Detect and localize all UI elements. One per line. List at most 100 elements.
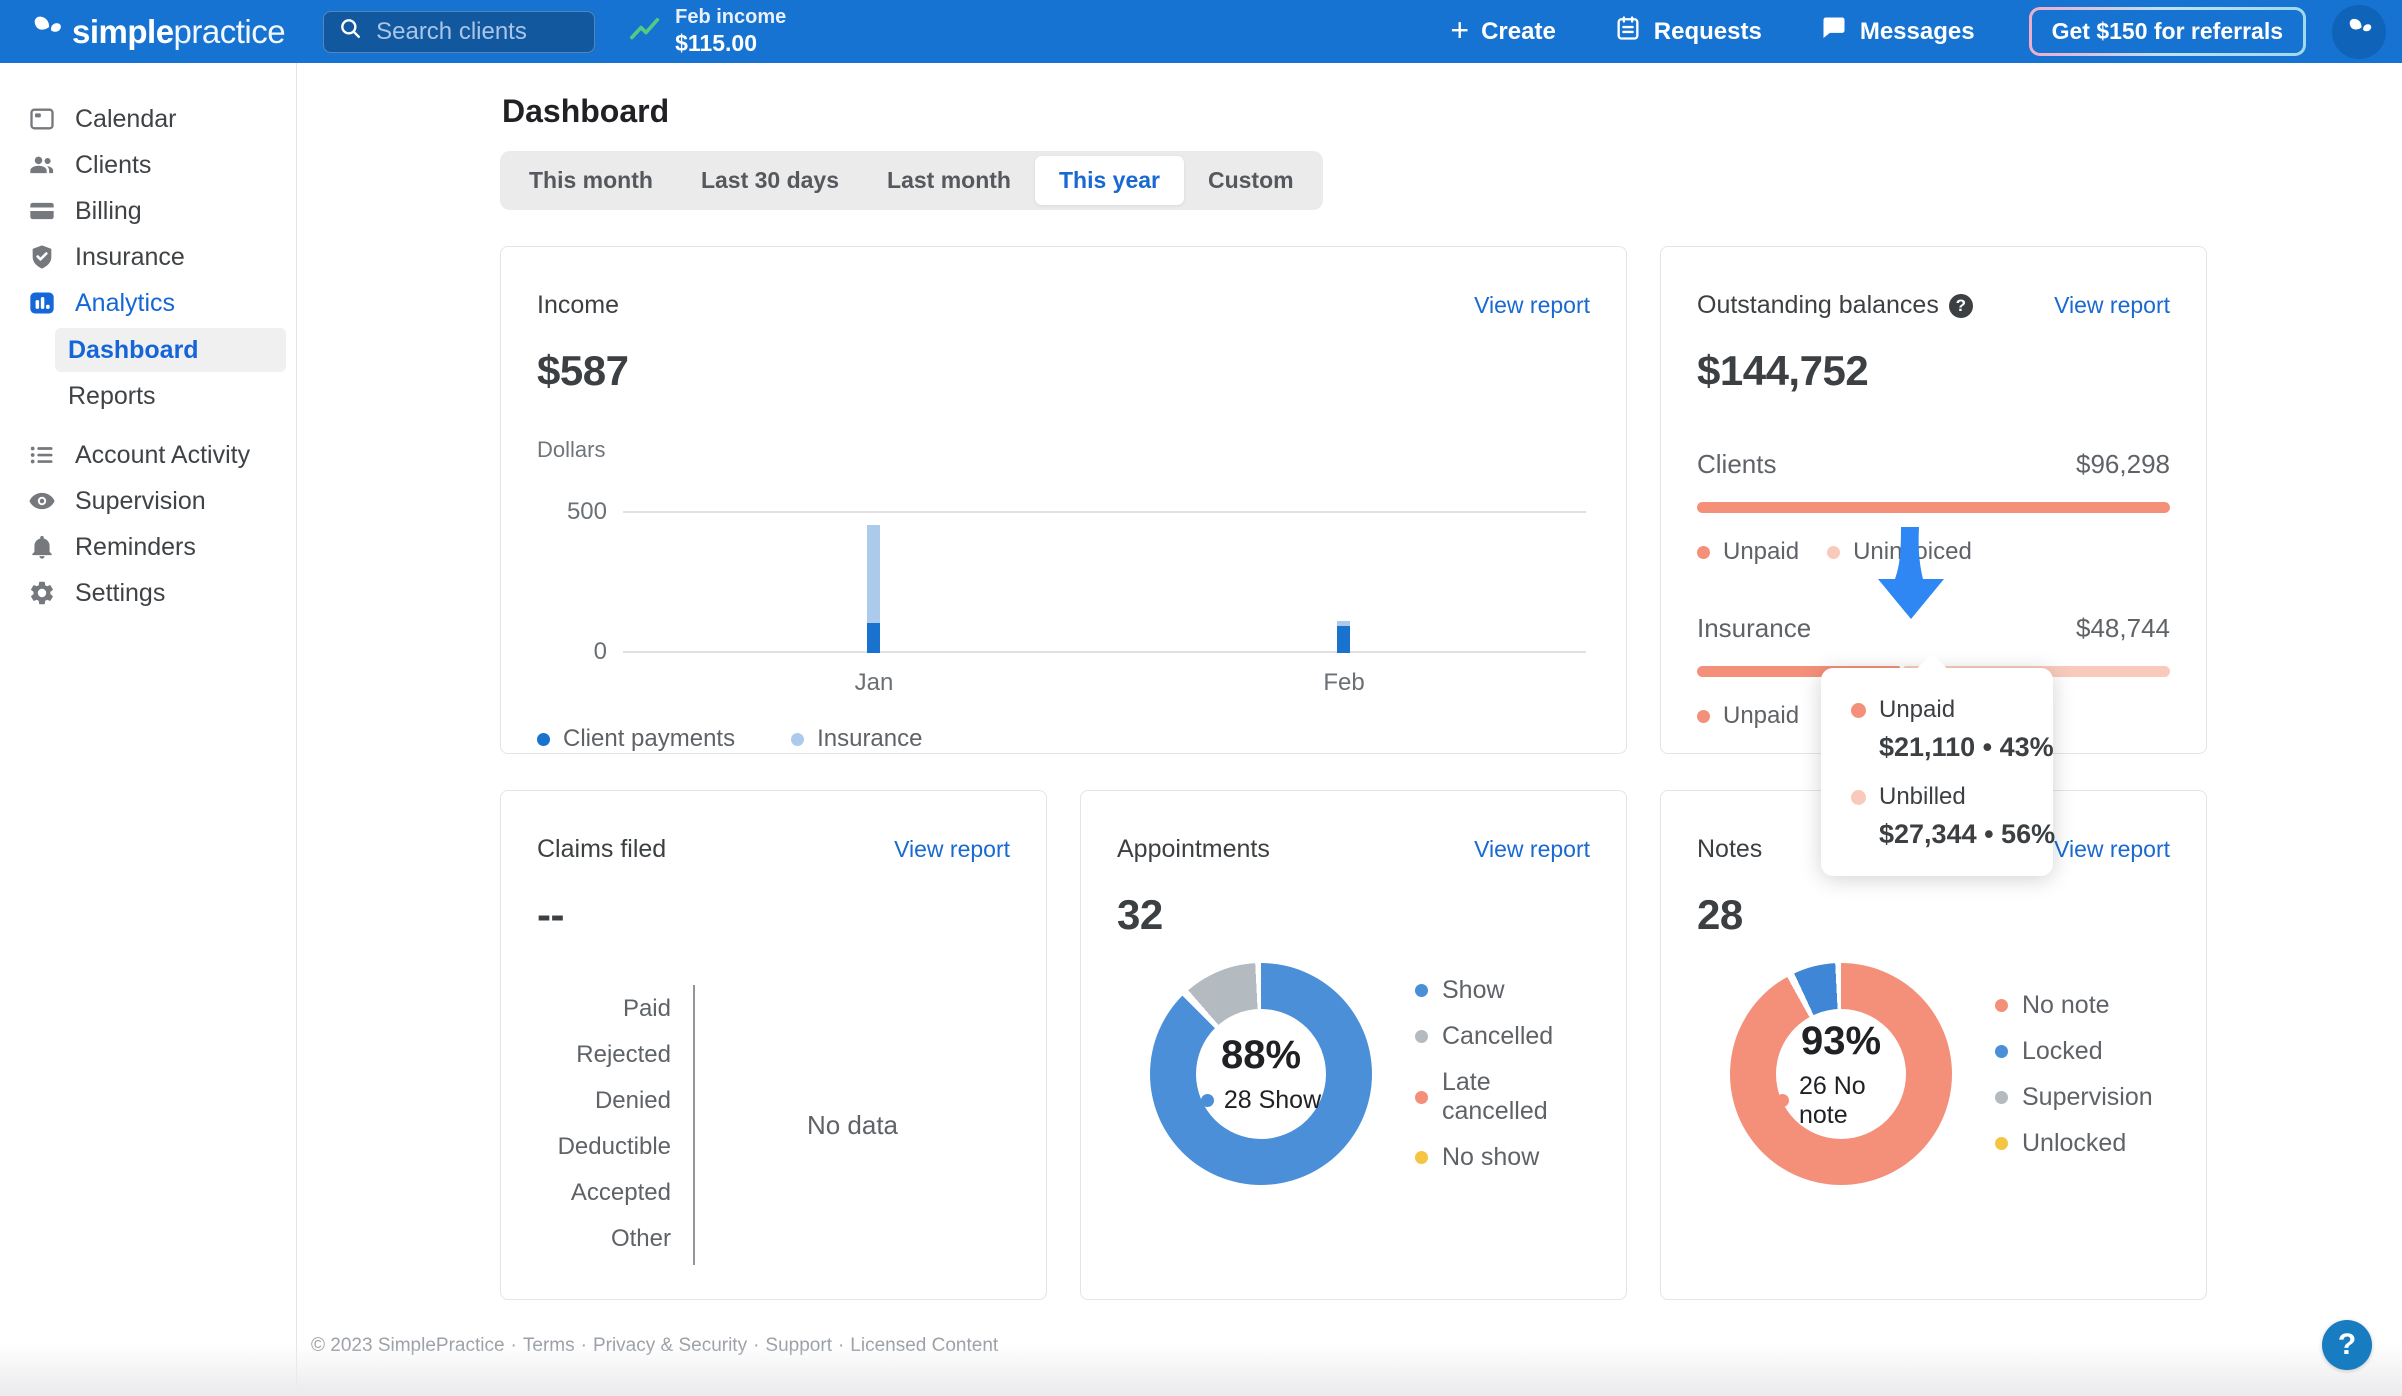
claims-total: -- (537, 891, 564, 938)
clients-label: Clients (1697, 449, 1777, 479)
clients-amount: $96,298 (2076, 449, 2170, 479)
income-total: $587 (537, 347, 629, 394)
client-payments-legend-dot (537, 732, 550, 746)
bell-icon (27, 532, 57, 562)
income-bar-jan[interactable] (867, 525, 880, 653)
analytics-bar-chart-icon (27, 288, 57, 318)
sidebar-item-billing[interactable]: Billing (0, 188, 296, 234)
clients-icon (27, 150, 57, 180)
unlocked-legend-dot (1995, 1136, 2008, 1150)
claims-categories: Paid Rejected Denied Deductible Accepted… (557, 995, 671, 1252)
eye-icon (27, 486, 57, 516)
tooltip-unbilled-value: $27,344 • 56% (1879, 819, 2056, 849)
referral-promo-button[interactable]: Get $150 for referrals (2028, 7, 2306, 56)
uninvoiced-legend-dot (1827, 545, 1841, 559)
help-button[interactable]: ? (2322, 1320, 2372, 1370)
clients-balance-bar[interactable] (1697, 502, 2170, 513)
claims-empty-state: No data (806, 1109, 899, 1140)
income-summary-widget[interactable]: Feb income $115.00 (629, 6, 786, 57)
x-tick-feb: Feb (1323, 669, 1365, 696)
income-legend: Client payments Insurance (537, 725, 1590, 753)
dashboard-card-grid: Income View report $587 Dollars 500 0 Ja… (500, 246, 2207, 1300)
search-clients-input[interactable]: Search clients (323, 10, 596, 53)
notes-card-title: Notes (1697, 835, 1763, 863)
appointments-view-report-link[interactable]: View report (1474, 836, 1590, 863)
insurance-legend-dot (791, 732, 805, 746)
income-bar-feb[interactable] (1337, 621, 1350, 653)
appointments-donut-chart[interactable]: 88% 28 Show (1150, 963, 1372, 1185)
tab-this-year[interactable]: This year (1034, 156, 1184, 205)
sidebar-item-account-activity[interactable]: Account Activity (0, 432, 296, 478)
y-tick-0: 0 (593, 638, 607, 665)
jan-client-payments-segment (867, 623, 880, 653)
calendar-icon (27, 104, 57, 134)
income-widget-label: Feb income (675, 6, 787, 28)
late-cancelled-legend-dot (1415, 1090, 1428, 1104)
sidebar-item-analytics[interactable]: Analytics (0, 280, 296, 326)
appointments-card: Appointments View report 32 88% 28 Show … (1080, 790, 1627, 1300)
tooltip-unpaid-value: $21,110 • 43% (1879, 732, 2054, 762)
claims-view-report-link[interactable]: View report (894, 836, 1010, 863)
requests-clipboard-icon (1614, 14, 1642, 49)
cursor-down-arrow-pointer (1878, 527, 1944, 619)
income-axis-label: Dollars (537, 437, 606, 462)
notes-view-report-link[interactable]: View report (2054, 836, 2170, 863)
account-avatar[interactable] (2332, 4, 2386, 59)
cancelled-legend-dot (1415, 1030, 1428, 1043)
butterfly-logo-icon (28, 12, 64, 51)
appointments-legend: Show Cancelled Late cancelled No show (1415, 976, 1590, 1172)
sidebar-item-supervision[interactable]: Supervision (0, 478, 296, 524)
income-card: Income View report $587 Dollars 500 0 Ja… (500, 246, 1627, 754)
no-note-dot (1776, 1094, 1789, 1107)
unpaid-legend-dot (1697, 545, 1710, 559)
feb-client-payments-segment (1337, 626, 1350, 653)
outstanding-balances-card: Outstanding balances ? View report $144,… (1660, 246, 2207, 876)
search-placeholder: Search clients (376, 17, 527, 45)
sidebar-item-clients[interactable]: Clients (0, 142, 296, 188)
notes-total: 28 (1697, 891, 1743, 938)
claims-card-title: Claims filed (537, 835, 667, 863)
sidebar-item-calendar[interactable]: Calendar (0, 96, 296, 142)
notes-donut-chart[interactable]: 93% 26 No note (1730, 963, 1952, 1185)
support-link[interactable]: Support (765, 1335, 832, 1356)
tab-custom[interactable]: Custom (1184, 156, 1318, 205)
outstanding-total: $144,752 (1697, 347, 1869, 394)
y-tick-500: 500 (566, 498, 607, 525)
claims-bar-chart: Paid Rejected Denied Deductible Accepted… (537, 985, 1010, 1265)
sidebar-item-reminders[interactable]: Reminders (0, 524, 296, 570)
sidebar-item-reports[interactable]: Reports (55, 374, 286, 418)
trend-up-icon (629, 14, 663, 49)
notes-center-percent: 93% (1800, 1018, 1882, 1063)
gear-icon (27, 578, 57, 608)
licensed-content-link[interactable]: Licensed Content (850, 1335, 998, 1356)
requests-button[interactable]: Requests (1614, 14, 1762, 49)
sidebar-navigation: Calendar Clients Billing Insurance Analy… (0, 63, 297, 1396)
top-navigation-bar: simplepractice Search clients Feb income… (0, 0, 2402, 63)
gridline-500 (623, 511, 1586, 513)
sidebar-item-insurance[interactable]: Insurance (0, 234, 296, 280)
main-content: Dashboard This month Last 30 days Last m… (297, 63, 2402, 1396)
sidebar-item-dashboard[interactable]: Dashboard (55, 328, 286, 372)
tab-this-month[interactable]: This month (505, 156, 677, 205)
tab-last-30-days[interactable]: Last 30 days (677, 156, 863, 205)
income-widget-value: $115.00 (675, 30, 757, 56)
logo-text: simplepractice (72, 12, 286, 50)
sidebar-item-settings[interactable]: Settings (0, 570, 296, 616)
activity-list-icon (27, 440, 57, 470)
insurance-amount: $48,744 (2076, 613, 2170, 643)
insurance-unpaid-legend-dot (1697, 709, 1710, 723)
insurance-breakdown-tooltip: Unpaid $21,110 • 43% Unbilled $27,344 • … (1821, 668, 2056, 876)
notes-legend: No note Locked Supervision Unlocked (1995, 991, 2153, 1158)
simplepractice-logo[interactable]: simplepractice (28, 12, 286, 51)
income-bar-chart: 500 0 Jan Feb (537, 493, 1590, 696)
no-show-legend-dot (1415, 1151, 1428, 1164)
terms-link[interactable]: Terms (523, 1335, 575, 1356)
tab-last-month[interactable]: Last month (863, 156, 1035, 205)
privacy-security-link[interactable]: Privacy & Security (593, 1335, 747, 1356)
messages-button[interactable]: Messages (1820, 14, 1975, 49)
footer: © 2023 SimplePractice · Terms · Privacy & Se… (311, 1335, 999, 1356)
income-view-report-link[interactable]: View report (1474, 292, 1590, 319)
help-question-icon[interactable]: ? (1948, 293, 1973, 318)
create-button[interactable]: + Create (1450, 14, 1555, 46)
outstanding-view-report-link[interactable]: View report (2054, 292, 2170, 319)
